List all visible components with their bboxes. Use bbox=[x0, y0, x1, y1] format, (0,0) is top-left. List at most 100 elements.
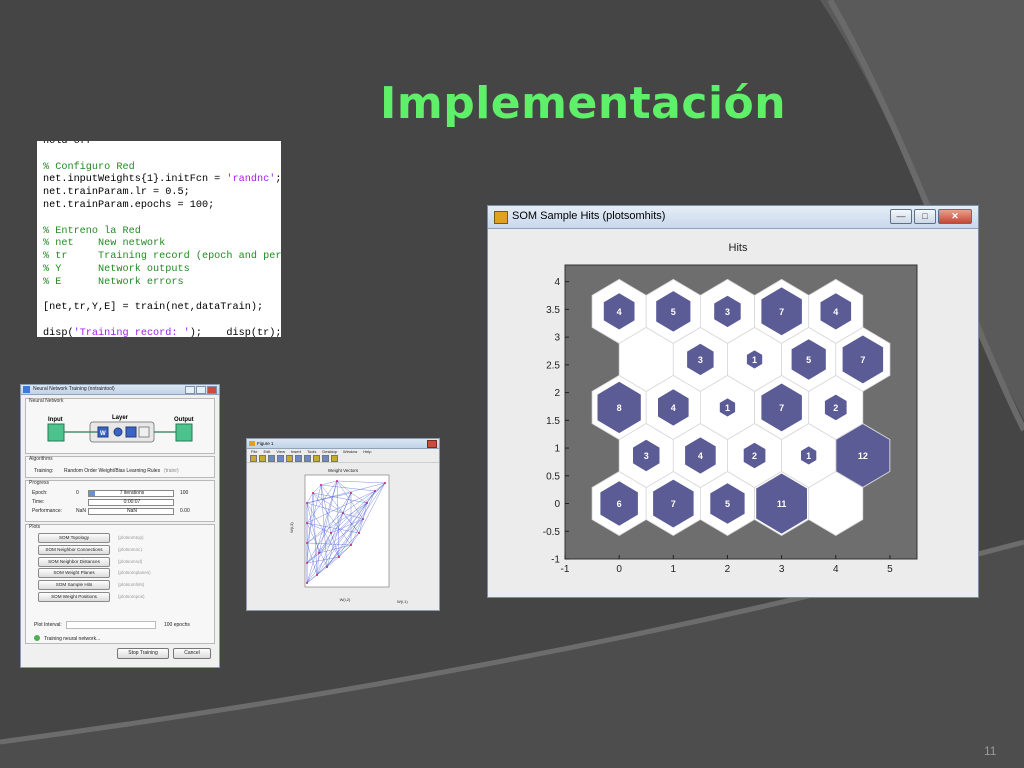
y-tick-label: -0.5 bbox=[543, 527, 561, 538]
rotate-icon[interactable] bbox=[322, 455, 329, 462]
pan-icon[interactable] bbox=[313, 455, 320, 462]
x-tick-label: 5 bbox=[887, 564, 893, 575]
nn-window-titlebar[interactable]: Neural Network Training (nntraintool) bbox=[21, 385, 219, 395]
weight-point bbox=[320, 484, 322, 486]
hit-count-label: 7 bbox=[671, 499, 676, 509]
section-label: Algorithms bbox=[29, 456, 53, 462]
y-tick-label: -1 bbox=[551, 555, 560, 566]
x-tick-label: -1 bbox=[561, 564, 570, 575]
weight-point bbox=[318, 552, 320, 554]
x-tick-label: 0 bbox=[616, 564, 622, 575]
som-sample-hits-window: SOM Sample Hits (plotsomhits) — □ ✕ Hits… bbox=[487, 205, 979, 598]
close-icon[interactable] bbox=[207, 386, 217, 394]
code-line: % Y Network outputs bbox=[37, 264, 281, 277]
plots-section: Plots SOM Topology (plotsomtop) SOM Neighb… bbox=[25, 524, 215, 644]
y-tick-label: 0 bbox=[554, 499, 560, 510]
plot-button[interactable]: SOM Neighbor Distances bbox=[38, 556, 110, 567]
plot-interval-value: 100 epochs bbox=[164, 622, 190, 628]
code-snippet: hold off % Configuro Red net.inputWeights{… bbox=[37, 141, 281, 337]
figure-toolbar bbox=[247, 455, 439, 463]
code-comment: % Y Network outputs bbox=[43, 263, 190, 275]
y-tick-label: 3 bbox=[554, 333, 560, 344]
x-tick-label: 2 bbox=[725, 564, 731, 575]
plot-button[interactable]: SOM Weight Planes bbox=[38, 568, 110, 579]
menu-item[interactable]: Help bbox=[363, 449, 371, 455]
training-value: Random Order Weight/Bias Learning Rules bbox=[64, 468, 161, 474]
close-icon[interactable] bbox=[427, 440, 437, 448]
weight-point bbox=[366, 502, 368, 504]
plot-command: (plotsomplanes) bbox=[118, 570, 151, 576]
code-line: disp('Training record: '); disp(tr); bbox=[37, 328, 281, 337]
maximize-icon[interactable]: □ bbox=[914, 209, 936, 224]
hit-count-label: 3 bbox=[698, 355, 703, 365]
progress-label: Epoch: bbox=[32, 490, 48, 496]
plot-button[interactable]: SOM Neighbor Connections bbox=[38, 544, 110, 555]
training-fn: (trainr) bbox=[164, 468, 179, 474]
weight-point bbox=[326, 566, 328, 568]
maximize-icon[interactable] bbox=[196, 386, 206, 394]
progress-start: NaN bbox=[76, 508, 87, 514]
new-figure-icon[interactable] bbox=[250, 455, 257, 462]
code-line: % net New network bbox=[37, 238, 281, 251]
minimize-icon[interactable] bbox=[185, 386, 195, 394]
code-text: [net,tr,Y,E] = train(net,dataTrain); bbox=[43, 302, 264, 314]
code-comment: % tr Training record (epoch and perf) bbox=[43, 251, 281, 263]
weight-point bbox=[306, 502, 308, 504]
zoom-in-icon[interactable] bbox=[295, 455, 302, 462]
output-label: Output bbox=[174, 417, 194, 423]
weight-point bbox=[374, 490, 376, 492]
plot-interval-label: Plot Interval: bbox=[34, 622, 62, 628]
plot-interval-slider[interactable] bbox=[66, 621, 156, 629]
minimize-icon[interactable]: — bbox=[890, 209, 912, 224]
layer-label: Layer bbox=[112, 415, 129, 421]
weight-label: W bbox=[100, 431, 106, 437]
weight-point bbox=[330, 532, 332, 534]
plot-button[interactable]: SOM Sample Hits bbox=[38, 580, 110, 591]
code-string: 'randnc' bbox=[226, 174, 276, 186]
weight-point bbox=[350, 544, 352, 546]
y-tick-label: 4 bbox=[554, 277, 560, 288]
hit-count-label: 2 bbox=[752, 451, 757, 461]
y-tick-label: 1.5 bbox=[546, 416, 560, 427]
code-comment: % Entreno la Red bbox=[43, 225, 141, 237]
print-icon[interactable] bbox=[277, 455, 284, 462]
figure-icon bbox=[249, 441, 255, 446]
plot-button[interactable]: SOM Topology bbox=[38, 533, 110, 543]
code-comment: % Configuro Red bbox=[43, 161, 135, 173]
som-window-titlebar[interactable]: SOM Sample Hits (plotsomhits) — □ ✕ bbox=[488, 206, 978, 229]
cancel-label: Cancel bbox=[184, 650, 200, 656]
figure-xlabel2: W(i,1) bbox=[397, 599, 408, 604]
cancel-button[interactable]: Cancel bbox=[173, 648, 211, 659]
code-text: net.inputWeights{1}.initFcn = bbox=[43, 174, 227, 186]
y-tick-label: 0.5 bbox=[546, 471, 560, 482]
pointer-icon[interactable] bbox=[286, 455, 293, 462]
plot-command: (plotsomnd) bbox=[118, 558, 143, 564]
data-cursor-icon[interactable] bbox=[331, 455, 338, 462]
open-icon[interactable] bbox=[259, 455, 266, 462]
input-label: Input bbox=[48, 417, 63, 423]
nn-window-title: Neural Network Training (nntraintool) bbox=[33, 386, 115, 392]
bias-block bbox=[138, 426, 150, 438]
code-line: % Entreno la Red bbox=[37, 226, 281, 239]
x-tick-label: 3 bbox=[779, 564, 785, 575]
save-icon[interactable] bbox=[268, 455, 275, 462]
weight-point bbox=[306, 562, 308, 564]
som-hits-chart: Hits 6 7 5 113 4 2 1 128 4 1 7 23 1 5 74 5 3 7 4 -1 0 1 2 3 4 5-… bbox=[543, 242, 918, 575]
zoom-out-icon[interactable] bbox=[304, 455, 311, 462]
progress-start: 0 bbox=[76, 490, 79, 496]
som-window-title: SOM Sample Hits (plotsomhits) bbox=[512, 210, 666, 222]
plot-button[interactable]: SOM Weight Positions bbox=[38, 592, 110, 602]
stop-training-button[interactable]: Stop Training bbox=[117, 648, 169, 659]
progress-end: 0.00 bbox=[180, 508, 190, 514]
figure-ylabel: W(i,3) bbox=[289, 522, 294, 533]
weight-point bbox=[350, 492, 352, 494]
progress-current: 0:00:07 bbox=[123, 499, 141, 505]
figure-titlebar[interactable]: Figure 1 bbox=[247, 439, 439, 449]
section-label: Neural Network bbox=[29, 398, 64, 404]
hit-count-label: 4 bbox=[671, 403, 676, 413]
plot-command: (plotsomnc) bbox=[118, 546, 142, 552]
close-icon[interactable]: ✕ bbox=[938, 209, 972, 224]
progress-current: 7 iterations bbox=[119, 490, 145, 496]
menu-item[interactable]: Window bbox=[343, 449, 357, 455]
weight-point bbox=[306, 522, 308, 524]
